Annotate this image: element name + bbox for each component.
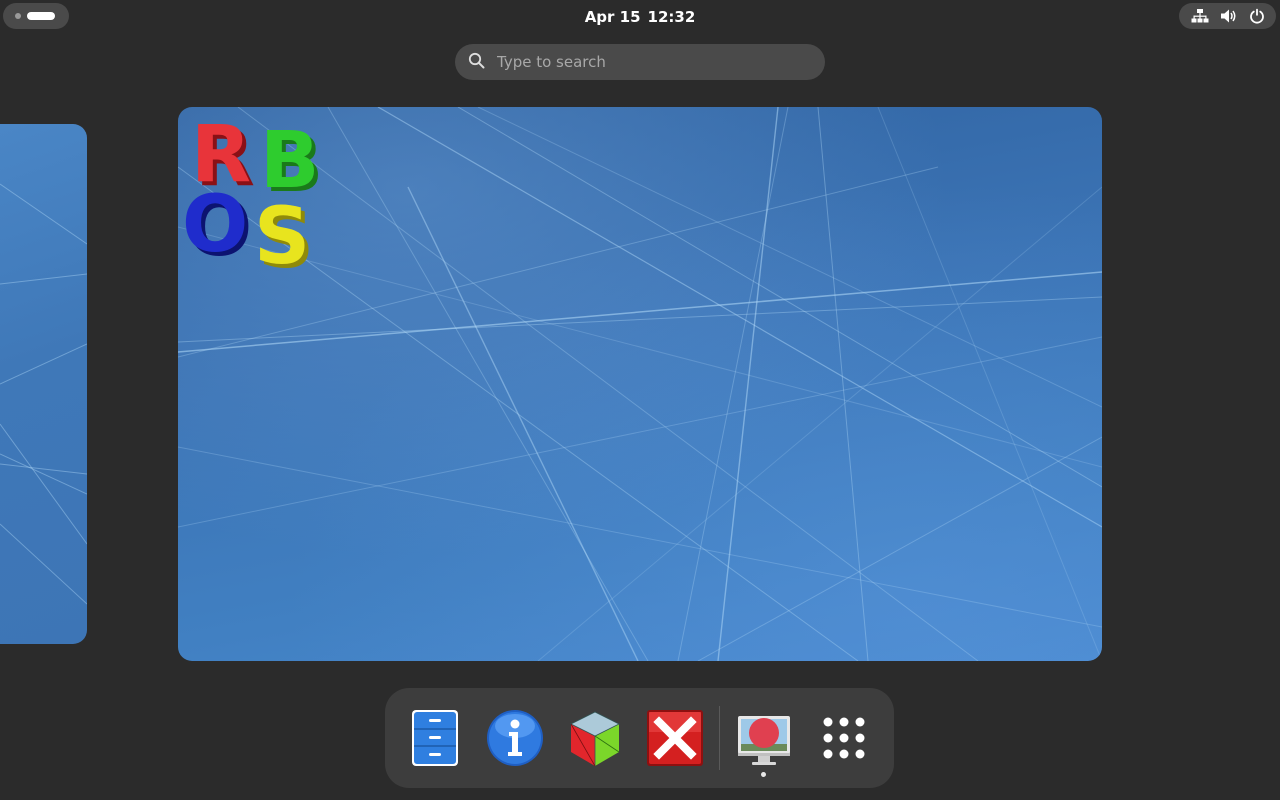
workspace-thumbnail-previous[interactable] <box>0 124 87 644</box>
active-workspace-indicator <box>27 12 55 20</box>
power-icon <box>1249 8 1265 24</box>
file-manager-icon[interactable] <box>405 708 465 768</box>
show-apps-icon[interactable] <box>814 708 874 768</box>
info-icon[interactable] <box>485 708 545 768</box>
clock-date[interactable]: Apr 15 <box>585 8 641 26</box>
clock: Apr 15 12:32 <box>0 8 1280 26</box>
running-indicator <box>761 772 766 777</box>
search-icon <box>468 52 485 73</box>
3d-cube-icon[interactable] <box>565 708 625 768</box>
logo-letter-s: S <box>254 192 310 277</box>
system-menu-button[interactable] <box>1179 3 1276 29</box>
close-app-icon[interactable] <box>645 708 705 768</box>
logo-letter-o: O <box>182 180 248 270</box>
clock-time[interactable]: 12:32 <box>648 8 696 26</box>
workspace-indicator-dot <box>15 13 21 19</box>
workspace-thumbnail-current[interactable]: R R B B O O S S <box>178 107 1102 661</box>
dock-separator <box>719 706 720 770</box>
screen-recorder-icon[interactable] <box>734 708 794 768</box>
rbos-logo: R R B B O O S S <box>182 110 323 277</box>
search-input[interactable] <box>495 52 799 72</box>
dock <box>385 688 894 788</box>
volume-icon <box>1220 8 1238 24</box>
search-bar[interactable] <box>455 44 825 80</box>
top-bar: Apr 15 12:32 <box>0 0 1280 32</box>
activities-button[interactable] <box>3 3 69 29</box>
network-icon <box>1191 8 1209 24</box>
